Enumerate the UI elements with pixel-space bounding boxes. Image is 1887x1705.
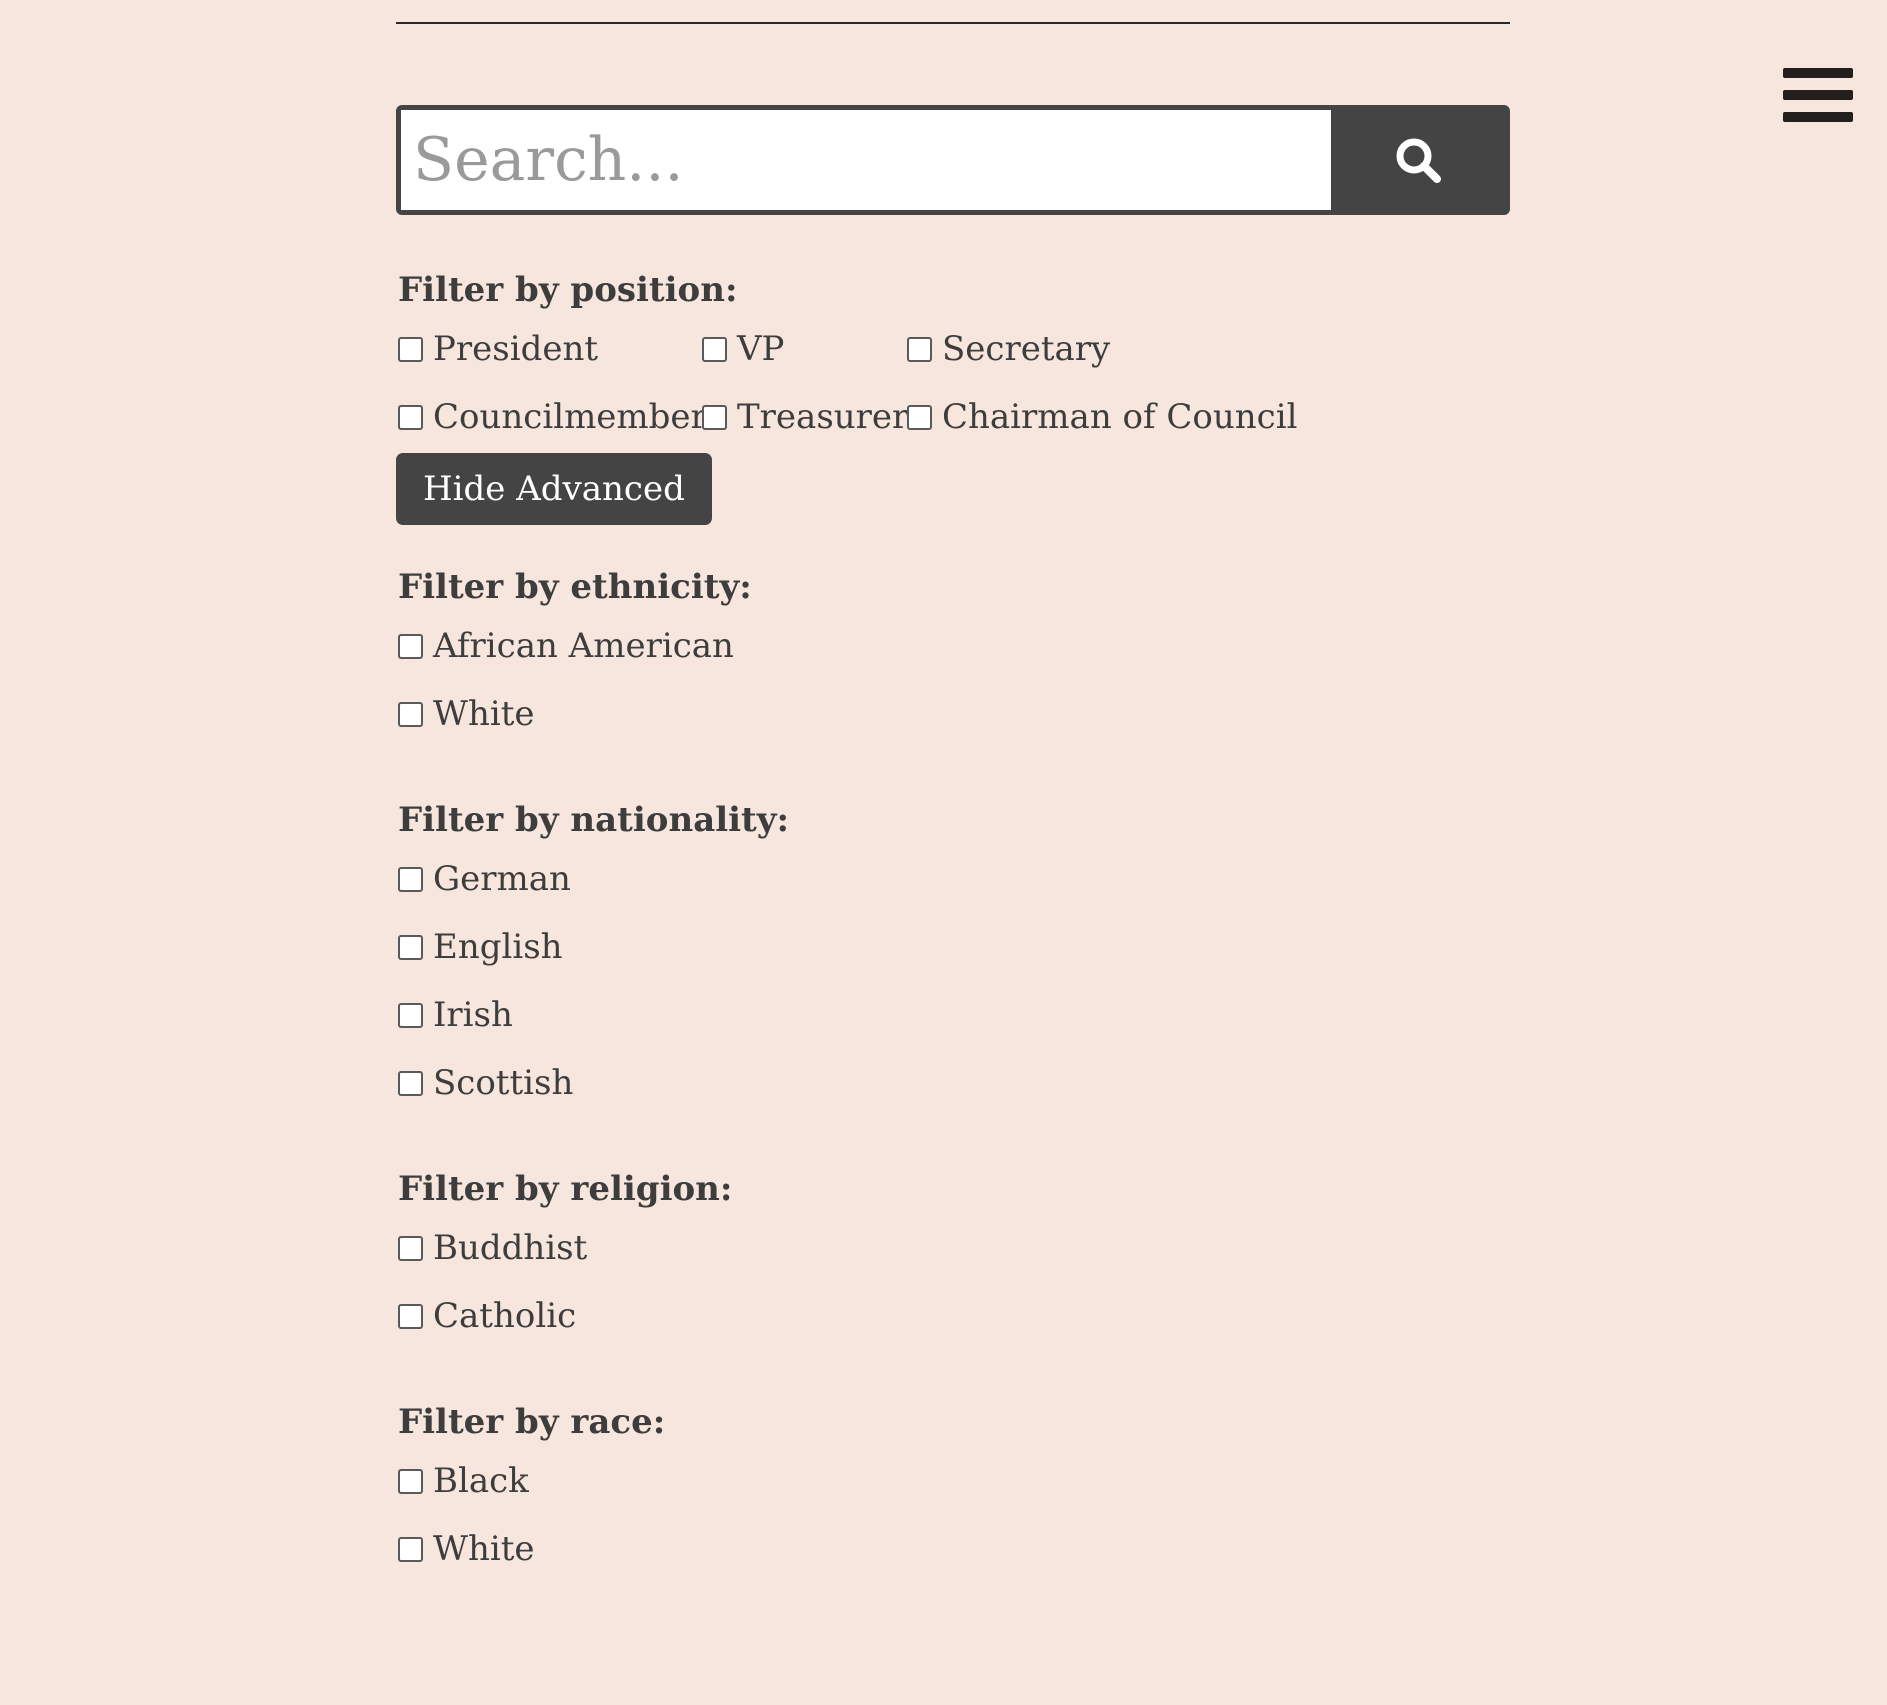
menu-bar (1783, 112, 1853, 122)
checkbox[interactable] (398, 1235, 423, 1261)
religion-filter-group: Filter by religion: Buddhist Catholic (398, 1165, 1498, 1350)
ethnicity-filter-group: Filter by ethnicity: African American Wh… (398, 563, 1498, 748)
checkbox[interactable] (398, 1303, 423, 1329)
menu-bar (1783, 90, 1853, 100)
option-label: African American (433, 626, 734, 666)
nationality-option-english[interactable]: English (398, 913, 1498, 981)
filter-panel: Filter by position: President VP Secreta… (396, 266, 1498, 1583)
race-option-white[interactable]: White (398, 1515, 1498, 1583)
checkbox[interactable] (907, 336, 932, 362)
checkbox[interactable] (398, 866, 423, 892)
nationality-filter-heading: Filter by nationality: (398, 800, 790, 840)
position-option-vp[interactable]: VP (702, 315, 907, 383)
checkbox[interactable] (398, 1536, 423, 1562)
search-button[interactable] (1331, 110, 1505, 210)
nationality-option-german[interactable]: German (398, 845, 1498, 913)
checkbox[interactable] (398, 1468, 423, 1494)
option-label: English (433, 927, 563, 967)
race-option-black[interactable]: Black (398, 1447, 1498, 1515)
ethnicity-option-white[interactable]: White (398, 680, 1498, 748)
ethnicity-filter-heading: Filter by ethnicity: (398, 567, 752, 607)
search-input[interactable] (401, 110, 1331, 210)
option-label: Black (433, 1461, 529, 1501)
option-label: White (433, 694, 535, 734)
ethnicity-options: African American White (398, 612, 1498, 748)
position-option-president[interactable]: President (398, 315, 702, 383)
option-label: Scottish (433, 1063, 574, 1103)
search-bar (396, 105, 1510, 215)
option-label: VP (737, 329, 785, 369)
option-label: German (433, 859, 571, 899)
option-label: Buddhist (433, 1228, 588, 1268)
option-label: Councilmember (433, 397, 707, 437)
position-filter-heading: Filter by position: (398, 270, 738, 310)
position-option-secretary[interactable]: Secretary (907, 315, 1327, 383)
checkbox[interactable] (398, 1002, 423, 1028)
menu-bar (1783, 68, 1853, 78)
position-options: President VP Secretary Councilmember Tre… (398, 315, 1498, 451)
checkbox[interactable] (398, 404, 423, 430)
religion-option-catholic[interactable]: Catholic (398, 1282, 1498, 1350)
religion-options: Buddhist Catholic (398, 1214, 1498, 1350)
checkbox[interactable] (398, 633, 423, 659)
option-label: Chairman of Council (942, 397, 1298, 437)
nationality-option-scottish[interactable]: Scottish (398, 1049, 1498, 1117)
hide-advanced-button[interactable]: Hide Advanced (396, 453, 712, 525)
checkbox[interactable] (398, 1070, 423, 1096)
nationality-option-irish[interactable]: Irish (398, 981, 1498, 1049)
search-icon (1396, 138, 1441, 183)
option-label: Catholic (433, 1296, 577, 1336)
checkbox[interactable] (702, 336, 727, 362)
position-option-treasurer[interactable]: Treasurer (702, 383, 909, 451)
race-filter-group: Filter by race: Black White (398, 1398, 1498, 1583)
checkbox[interactable] (398, 701, 423, 727)
hamburger-menu-icon[interactable] (1783, 68, 1853, 128)
checkbox[interactable] (702, 404, 727, 430)
race-filter-heading: Filter by race: (398, 1402, 666, 1442)
position-filter-group: Filter by position: President VP Secreta… (396, 266, 1498, 525)
option-label: President (433, 329, 599, 369)
header-divider (396, 22, 1510, 24)
option-label: Irish (433, 995, 513, 1035)
race-options: Black White (398, 1447, 1498, 1583)
position-option-councilmember[interactable]: Councilmember (398, 383, 707, 451)
checkbox[interactable] (907, 404, 932, 430)
religion-option-buddhist[interactable]: Buddhist (398, 1214, 1498, 1282)
nationality-options: German English Irish Scottish (398, 845, 1498, 1117)
option-label: Treasurer (737, 397, 909, 437)
checkbox[interactable] (398, 934, 423, 960)
nationality-filter-group: Filter by nationality: German English Ir… (398, 796, 1498, 1117)
position-option-chairman-of-council[interactable]: Chairman of Council (907, 383, 1327, 451)
ethnicity-option-african-american[interactable]: African American (398, 612, 1498, 680)
option-label: Secretary (942, 329, 1111, 369)
option-label: White (433, 1529, 535, 1569)
religion-filter-heading: Filter by religion: (398, 1169, 733, 1209)
checkbox[interactable] (398, 336, 423, 362)
